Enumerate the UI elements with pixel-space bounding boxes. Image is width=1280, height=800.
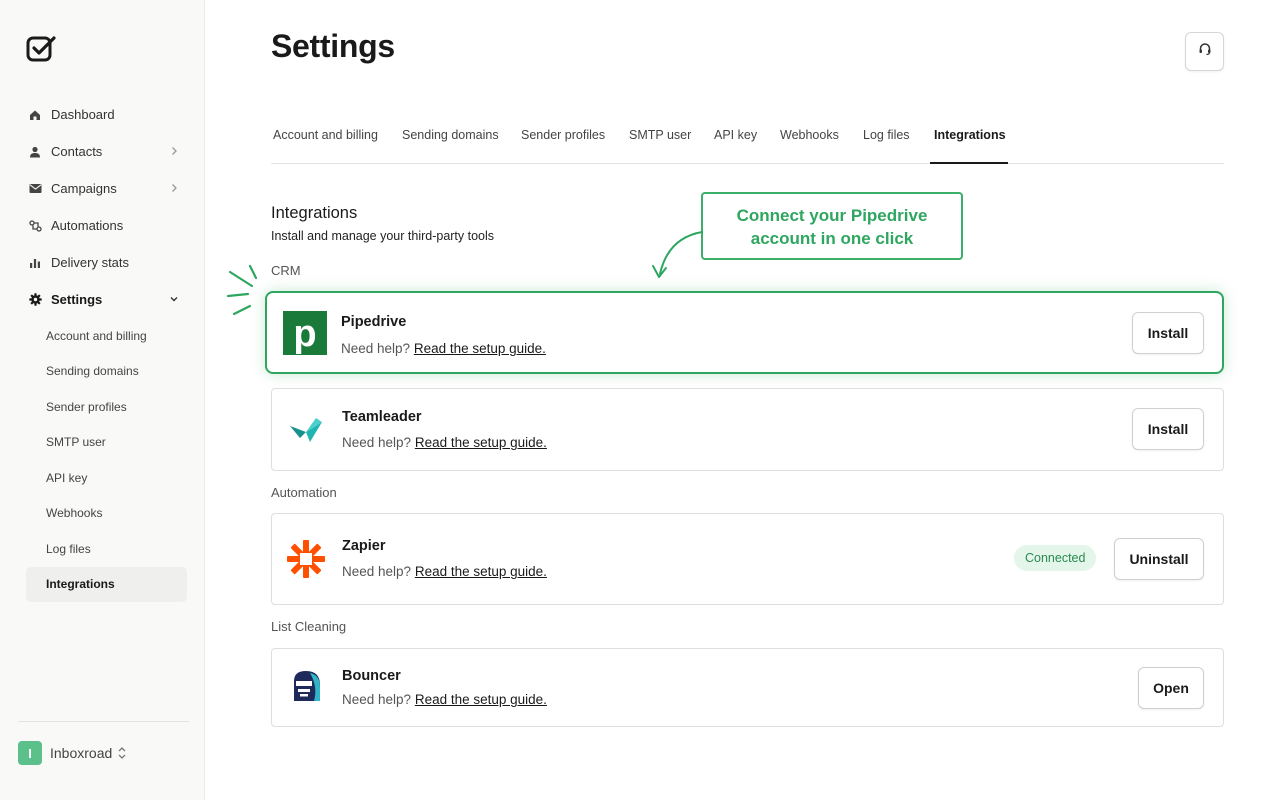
integration-card-zapier: Zapier Need help? Read the setup guide. … <box>271 513 1224 605</box>
pipedrive-logo-icon: p <box>283 311 327 355</box>
install-button[interactable]: Install <box>1132 408 1204 450</box>
chevron-down-icon <box>168 293 180 305</box>
home-icon <box>28 108 42 122</box>
tab-smtp-user[interactable]: SMTP user <box>629 118 691 164</box>
setup-guide-link[interactable]: Read the setup guide. <box>415 692 547 707</box>
setup-guide-link[interactable]: Read the setup guide. <box>415 564 547 579</box>
sidebar-divider <box>18 721 189 722</box>
help-prefix: Need help? <box>341 341 411 356</box>
sidebar-item-dashboard[interactable]: Dashboard <box>18 96 188 133</box>
sidebar-item-label: Settings <box>51 292 103 307</box>
integration-name: Pipedrive <box>341 314 407 330</box>
gear-icon <box>28 293 42 307</box>
setup-guide-link[interactable]: Read the setup guide. <box>414 341 546 356</box>
workspace-switcher[interactable]: I Inboxroad <box>18 741 127 765</box>
tab-sending-domains[interactable]: Sending domains <box>402 118 499 164</box>
support-button[interactable] <box>1185 32 1224 71</box>
sidebar-subitem-sender-profiles[interactable]: Sender profiles <box>18 389 188 425</box>
teamleader-logo-icon <box>284 407 328 451</box>
tab-account-and-billing[interactable]: Account and billing <box>273 118 378 164</box>
sidebar-nav: Dashboard Contacts Campaigns Automations… <box>18 96 188 602</box>
integration-name: Zapier <box>342 538 386 554</box>
chevron-right-icon <box>168 145 180 157</box>
sidebar-item-campaigns[interactable]: Campaigns <box>18 170 188 207</box>
open-button[interactable]: Open <box>1138 667 1204 709</box>
tab-webhooks[interactable]: Webhooks <box>780 118 839 164</box>
sidebar-item-label: Automations <box>51 218 124 233</box>
tab-log-files[interactable]: Log files <box>863 118 910 164</box>
settings-tabs: Account and billing Sending domains Send… <box>271 118 1224 164</box>
sidebar-item-settings[interactable]: Settings <box>18 281 188 318</box>
sidebar-item-label: Campaigns <box>51 181 117 196</box>
sidebar-subitem-sending-domains[interactable]: Sending domains <box>18 354 188 390</box>
integration-help: Need help? Read the setup guide. <box>342 435 547 450</box>
group-label-crm: CRM <box>271 263 301 278</box>
integration-name: Bouncer <box>342 668 401 684</box>
sidebar-subitem-log-files[interactable]: Log files <box>18 531 188 567</box>
sidebar-item-delivery-stats[interactable]: Delivery stats <box>18 244 188 281</box>
install-button[interactable]: Install <box>1132 312 1204 354</box>
tab-api-key[interactable]: API key <box>714 118 757 164</box>
group-label-list-cleaning: List Cleaning <box>271 619 347 634</box>
help-prefix: Need help? <box>342 692 412 707</box>
callout-line-1: Connect your Pipedrive <box>736 206 928 225</box>
help-prefix: Need help? <box>342 435 412 450</box>
workspace-name: Inboxroad <box>50 745 113 761</box>
sidebar: Dashboard Contacts Campaigns Automations… <box>0 0 205 800</box>
automation-icon <box>28 219 42 233</box>
bar-chart-icon <box>28 256 42 270</box>
svg-text:p: p <box>293 313 316 355</box>
highlight-spark-icon <box>226 264 258 316</box>
status-badge: Connected <box>1014 545 1097 571</box>
sidebar-subitem-api-key[interactable]: API key <box>18 460 188 496</box>
workspace-avatar: I <box>18 741 42 765</box>
integration-name: Teamleader <box>342 409 422 425</box>
group-label-automation: Automation <box>271 485 337 500</box>
sidebar-subitem-account-and-billing[interactable]: Account and billing <box>18 318 188 354</box>
chevron-right-icon <box>168 182 180 194</box>
section-title: Integrations <box>271 204 358 222</box>
integration-card-pipedrive: p Pipedrive Need help? Read the setup gu… <box>265 291 1224 374</box>
sidebar-subitem-webhooks[interactable]: Webhooks <box>18 496 188 532</box>
callout-line-2: account in one click <box>750 229 914 248</box>
sidebar-subitem-smtp-user[interactable]: SMTP user <box>18 425 188 461</box>
curved-arrow-icon <box>652 231 703 278</box>
integration-help: Need help? Read the setup guide. <box>342 692 547 707</box>
mail-icon <box>28 182 42 196</box>
chevron-up-down-icon <box>117 746 127 760</box>
bouncer-logo-icon <box>284 665 328 709</box>
app-logo-icon[interactable] <box>26 35 56 63</box>
tab-sender-profiles[interactable]: Sender profiles <box>521 118 605 164</box>
tab-integrations[interactable]: Integrations <box>934 118 1006 164</box>
active-tab-indicator <box>930 162 1008 164</box>
sidebar-item-label: Delivery stats <box>51 255 130 270</box>
sidebar-subitem-integrations[interactable]: Integrations <box>26 566 187 602</box>
integration-help: Need help? Read the setup guide. <box>341 341 546 356</box>
section-subtitle: Install and manage your third-party tool… <box>271 229 495 243</box>
user-icon <box>28 145 42 159</box>
uninstall-button[interactable]: Uninstall <box>1114 538 1204 580</box>
sidebar-item-automations[interactable]: Automations <box>18 207 188 244</box>
zapier-logo-icon <box>284 537 328 581</box>
sidebar-item-label: Dashboard <box>51 107 115 122</box>
integration-card-teamleader: Teamleader Need help? Read the setup gui… <box>271 388 1224 471</box>
sidebar-item-contacts[interactable]: Contacts <box>18 133 188 170</box>
integration-card-bouncer: Bouncer Need help? Read the setup guide.… <box>271 648 1224 727</box>
sidebar-item-label: Contacts <box>51 144 103 159</box>
page-title: Settings <box>271 28 395 64</box>
integration-help: Need help? Read the setup guide. <box>342 564 547 579</box>
headset-icon <box>1197 41 1213 62</box>
setup-guide-link[interactable]: Read the setup guide. <box>415 435 547 450</box>
promo-callout: Connect your Pipedrive account in one cl… <box>701 192 963 260</box>
help-prefix: Need help? <box>342 564 412 579</box>
